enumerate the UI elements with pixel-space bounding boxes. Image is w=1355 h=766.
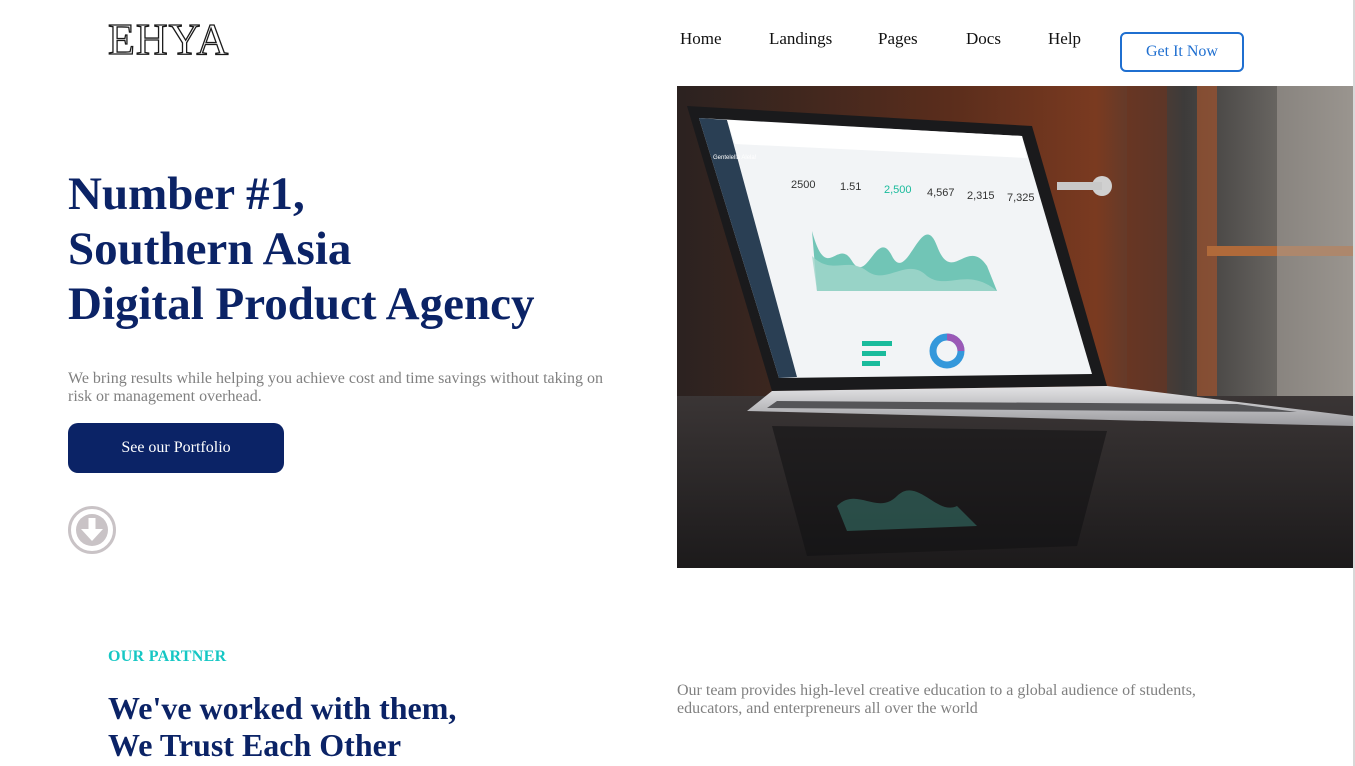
partner-description: Our team provides high-level creative ed…: [677, 682, 1196, 717]
svg-text:2500: 2500: [791, 179, 815, 191]
nav-link-help[interactable]: Help: [1048, 29, 1081, 49]
nav-link-landings[interactable]: Landings: [769, 29, 832, 49]
hero-title: Number #1, Southern Asia Digital Product…: [68, 167, 535, 332]
hero-subtitle: We bring results while helping you achie…: [68, 370, 604, 405]
scroll-down-button[interactable]: [67, 505, 117, 555]
svg-text:Gentelella Alela!: Gentelella Alela!: [713, 155, 757, 161]
svg-text:2,315: 2,315: [967, 190, 995, 202]
nav-link-home[interactable]: Home: [680, 29, 722, 49]
svg-text:1.51: 1.51: [840, 181, 861, 193]
partner-title: We've worked with them, We Trust Each Ot…: [108, 690, 456, 764]
nav-link-pages[interactable]: Pages: [878, 29, 918, 49]
hero-laptop-image: Gentelella Alela! 2500 1.51 2,500 4,567 …: [677, 86, 1353, 568]
svg-text:7,325: 7,325: [1007, 192, 1035, 204]
svg-text:2,500: 2,500: [884, 184, 912, 196]
see-portfolio-button[interactable]: See our Portfolio: [68, 423, 284, 473]
top-nav: Home Landings Pages Docs Help Get It Now: [0, 16, 1355, 72]
partner-eyebrow: OUR PARTNER: [108, 648, 227, 665]
get-it-now-button[interactable]: Get It Now: [1120, 32, 1244, 72]
svg-text:4,567: 4,567: [927, 187, 955, 199]
hero-title-line-2: Southern Asia: [68, 223, 352, 275]
partner-title-line-1: We've worked with them,: [108, 690, 457, 726]
arrow-down-circle-icon: [68, 506, 116, 554]
hero-title-line-1: Number #1,: [68, 168, 305, 220]
partner-title-line-2: We Trust Each Other: [108, 727, 402, 763]
nav-link-docs[interactable]: Docs: [966, 29, 1001, 49]
hero-title-line-3: Digital Product Agency: [68, 278, 535, 330]
